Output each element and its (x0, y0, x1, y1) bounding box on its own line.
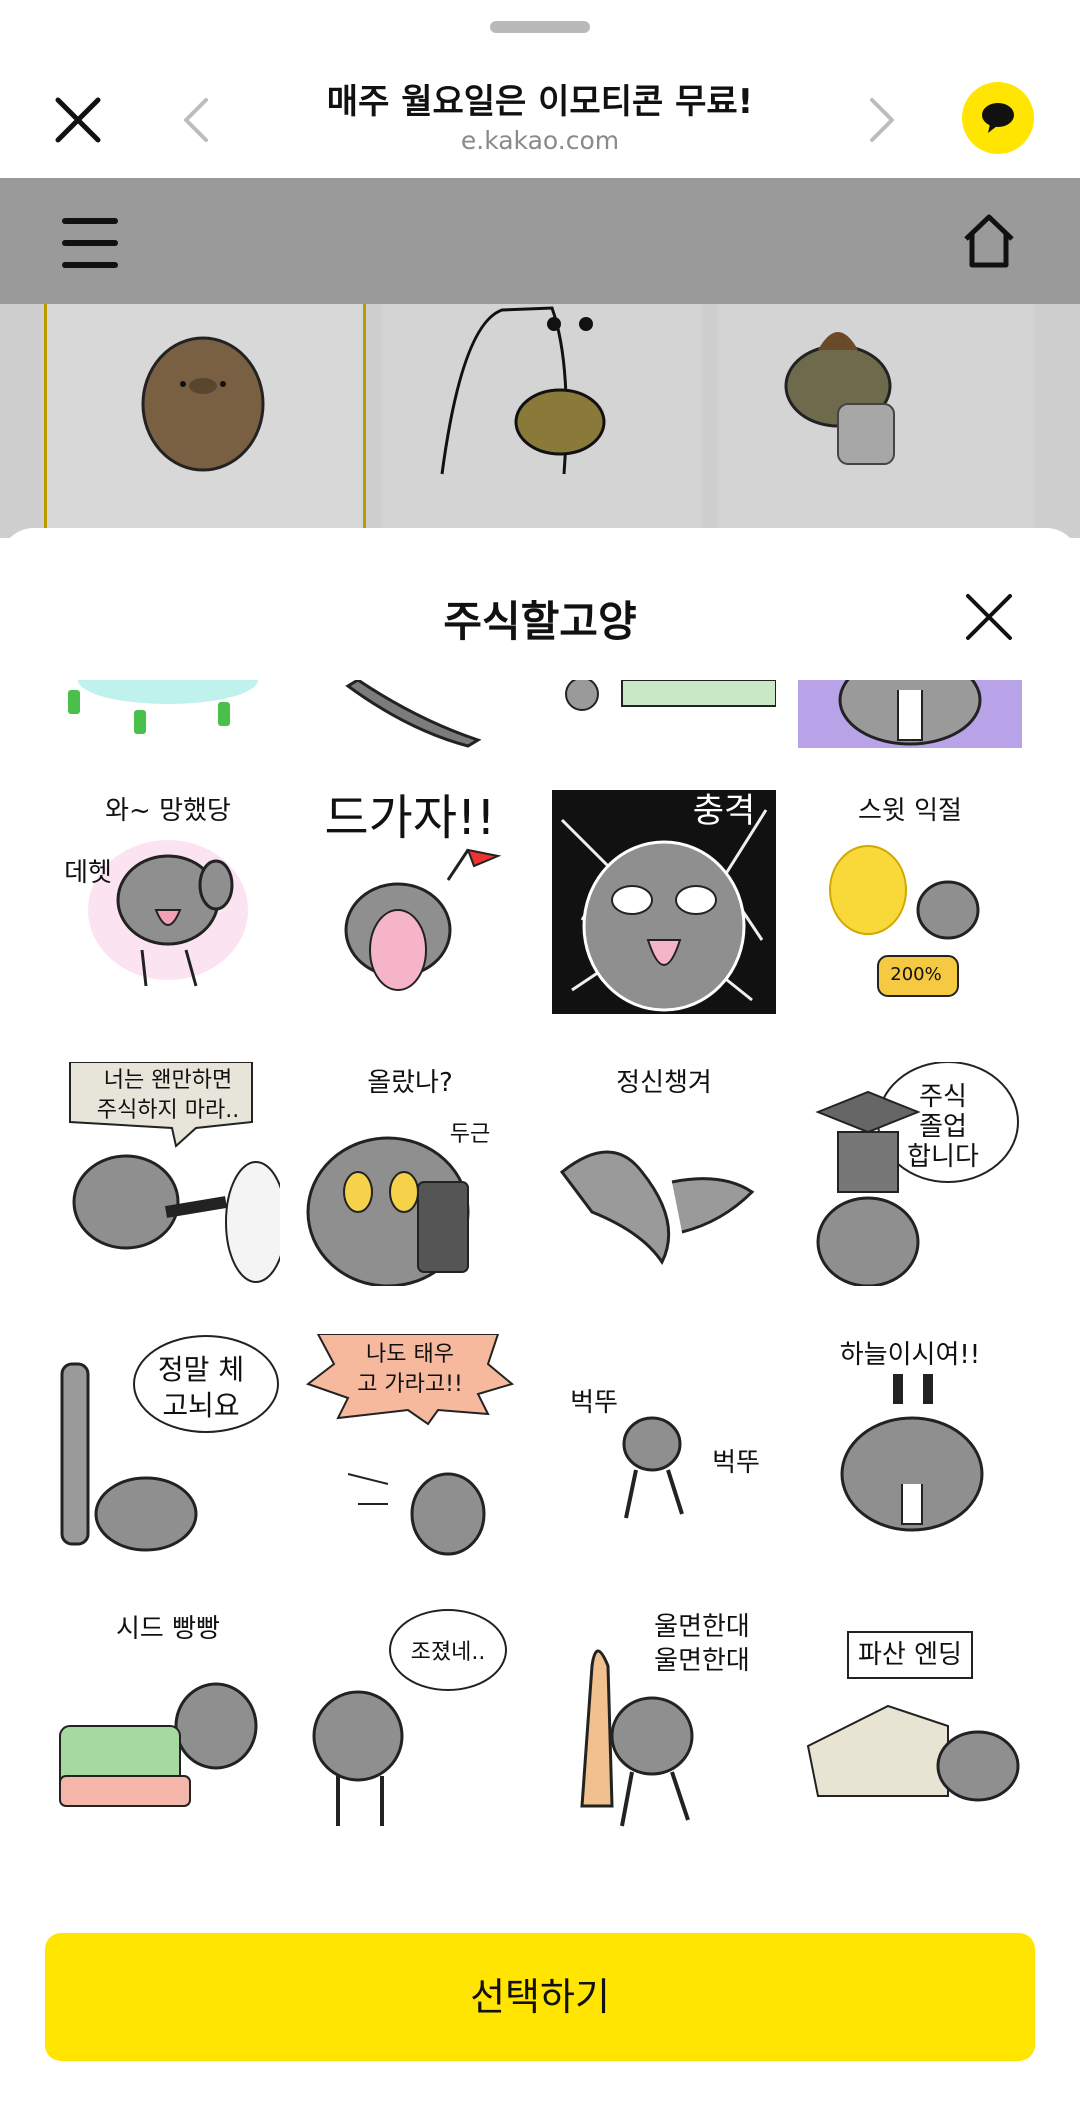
hamburger-icon[interactable] (62, 218, 118, 268)
sticker-caption: 하늘이시여!! (839, 1340, 981, 1370)
sticker-caption: 정신챙겨 (616, 1068, 712, 1098)
sticker-tile[interactable]: 파산 엔딩 (798, 1606, 1022, 1830)
chat-bubble-icon (982, 103, 1014, 133)
kakaotalk-button[interactable] (962, 82, 1034, 154)
select-button-label: 선택하기 (470, 1975, 610, 2019)
sticker-caption: 조졌네.. (410, 1640, 486, 1665)
sticker-extra: 200% (890, 964, 942, 985)
sticker-tile[interactable]: 스윗 익절 200% (798, 790, 1022, 1014)
sticker-tile[interactable]: 하늘이시여!! (798, 1334, 1022, 1558)
close-icon[interactable] (50, 92, 106, 148)
sticker-extra: 데헷 (64, 858, 112, 888)
emoticon-sheet: 주식할고양 와~ 망했당 데헷 드가자!! 충격 스윗 익절 200% 너는 왠… (0, 528, 1080, 2109)
sticker-tile[interactable]: 정신챙겨 (552, 1062, 776, 1286)
chevron-right-icon[interactable] (862, 92, 902, 148)
web-nav-bar (0, 178, 1080, 304)
sticker-caption: 주식 졸업 합니다 (907, 1082, 979, 1172)
sticker-caption: 정말 체 고뇌요 (157, 1353, 245, 1422)
sticker-tile[interactable] (552, 680, 777, 748)
sticker-caption: 드가자!! (324, 790, 496, 846)
sticker-tile[interactable]: 시드 빵빵 (56, 1606, 280, 1830)
drag-handle[interactable] (490, 21, 590, 33)
sticker-tile[interactable]: 와~ 망했당 데헷 (56, 790, 280, 1014)
sticker-caption: 시드 빵빵 (116, 1614, 220, 1644)
sticker-tile[interactable]: 충격 (552, 790, 776, 1014)
close-icon[interactable] (964, 592, 1014, 642)
sticker-caption: 파산 엔딩 (858, 1640, 962, 1670)
sticker-tile[interactable]: 너는 왠만하면 주식하지 마라.. (56, 1062, 280, 1286)
sticker-tile[interactable] (298, 680, 522, 748)
sticker-tile[interactable]: 드가자!! (298, 790, 522, 1014)
browser-header: 매주 월요일은 이모티콘 무료! e.kakao.com (0, 0, 1080, 178)
sticker-tile[interactable]: 조졌네.. (298, 1606, 522, 1830)
sticker-tile[interactable]: 울면한대 울면한대 (552, 1606, 776, 1830)
sticker-tile[interactable] (798, 680, 1022, 748)
sticker-row-partial (0, 680, 1080, 748)
home-icon[interactable] (960, 212, 1018, 270)
sticker-caption: 스윗 익절 (858, 796, 962, 826)
web-content (0, 178, 1080, 538)
page-title: 매주 월요일은 이모티콘 무료! (326, 82, 754, 122)
chevron-left-icon[interactable] (176, 92, 216, 148)
sticker-tile[interactable]: 벅뚜 벅뚜 (552, 1334, 776, 1558)
emoticon-tile[interactable] (44, 304, 366, 538)
sticker-extra: 두근 (449, 1122, 491, 1147)
sticker-caption: 너는 왠만하면 주식하지 마라.. (96, 1068, 240, 1123)
sheet-title: 주식할고양 (443, 597, 637, 646)
sticker-tile[interactable]: 주식 졸업 합니다 (798, 1062, 1022, 1286)
sticker-tile[interactable]: 나도 태우 고 가라고!! (298, 1334, 522, 1558)
emoticon-tile[interactable] (382, 304, 702, 538)
select-button[interactable]: 선택하기 (45, 1933, 1035, 2061)
page-url: e.kakao.com (460, 126, 620, 155)
sticker-caption: 벅뚜 (570, 1388, 618, 1418)
sticker-tile[interactable] (56, 680, 280, 748)
sticker-caption: 와~ 망했당 (105, 796, 231, 826)
sticker-grid: 와~ 망했당 데헷 드가자!! 충격 스윗 익절 200% 너는 왠만하면 주식… (0, 680, 1080, 1940)
emoticon-tile[interactable] (718, 304, 1034, 538)
sticker-caption: 울면한대 울면한대 (654, 1612, 750, 1676)
sticker-tile[interactable]: 올랐나? 두근 (298, 1062, 522, 1286)
sticker-caption: 올랐나? (367, 1068, 453, 1098)
sticker-tile[interactable]: 정말 체 고뇌요 (56, 1334, 280, 1558)
